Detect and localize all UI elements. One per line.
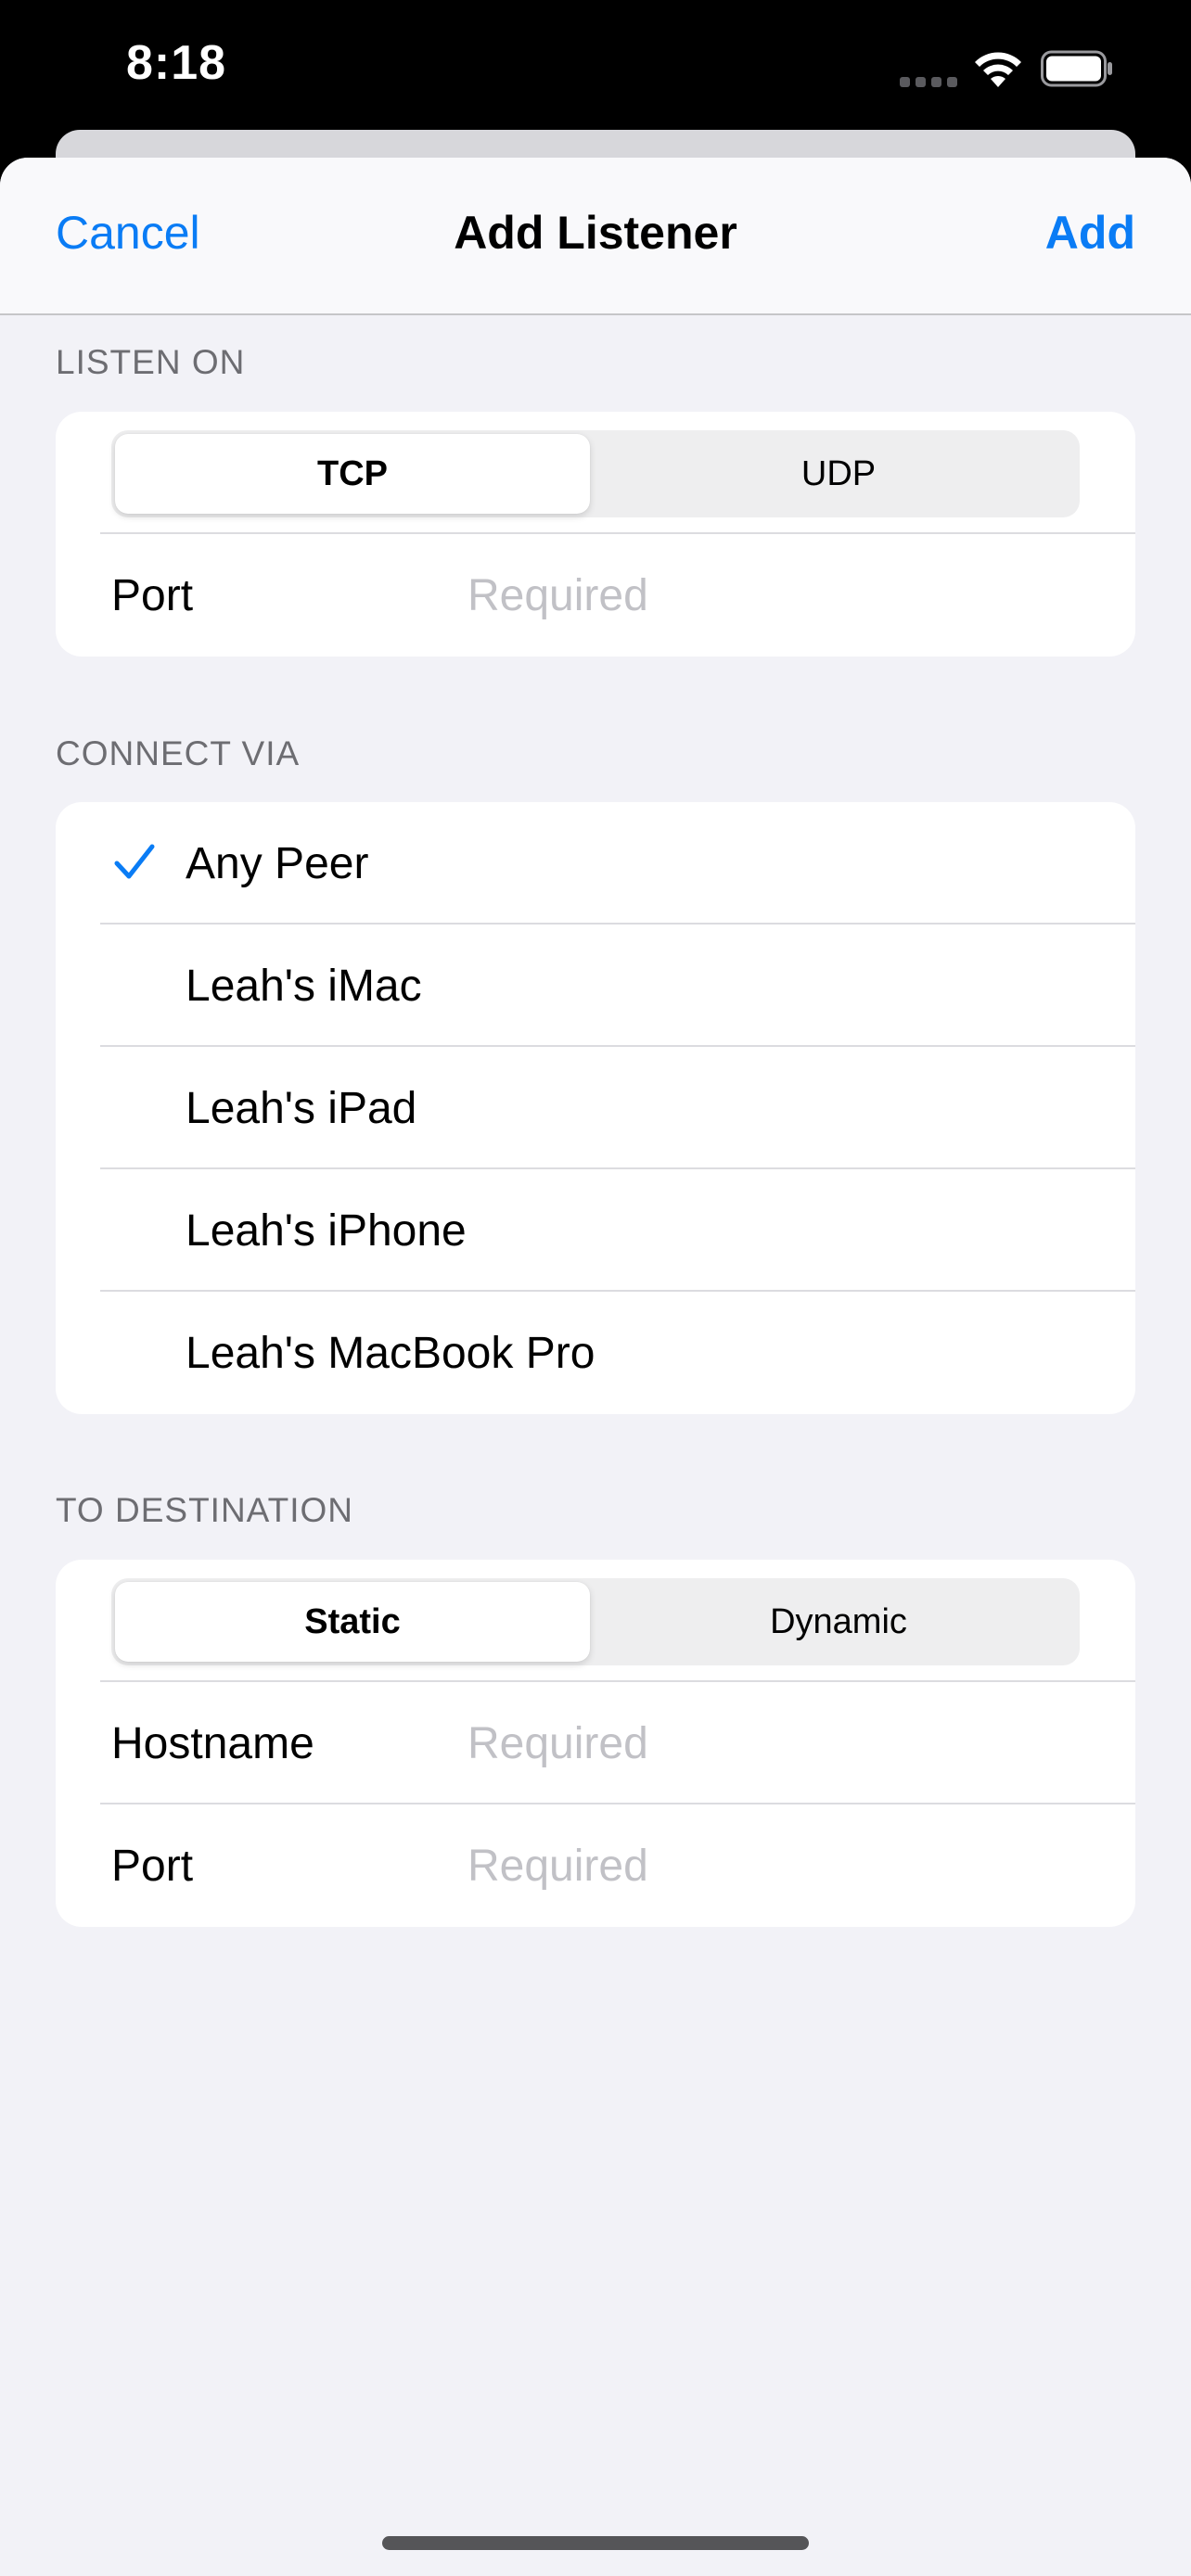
listen-on-header: LISTEN ON bbox=[56, 343, 246, 381]
peer-label: Any Peer bbox=[186, 838, 369, 888]
add-listener-sheet: Cancel Add Listener Add LISTEN ON TCP UD… bbox=[0, 158, 1191, 2576]
protocol-segmented-control: TCP UDP bbox=[111, 430, 1080, 517]
screen: 8:18 Cancel Add Listener Add LISTEN ON T… bbox=[0, 0, 1191, 2576]
peer-row-leahs-iphone[interactable]: Leah's iPhone bbox=[56, 1169, 1135, 1292]
segment-udp[interactable]: UDP bbox=[601, 434, 1076, 514]
hostname-row: Hostname bbox=[56, 1682, 1135, 1804]
peer-row-leahs-macbook-pro[interactable]: Leah's MacBook Pro bbox=[56, 1292, 1135, 1414]
navigation-bar: Cancel Add Listener Add bbox=[0, 158, 1191, 315]
connect-via-header: CONNECT VIA bbox=[56, 734, 301, 772]
destination-port-label: Port bbox=[111, 1841, 194, 1891]
checkmark-icon bbox=[114, 844, 155, 879]
hostname-input[interactable] bbox=[467, 1708, 1098, 1779]
peer-row-leahs-ipad[interactable]: Leah's iPad bbox=[56, 1047, 1135, 1169]
listen-on-group: TCP UDP Port bbox=[56, 412, 1135, 657]
add-button[interactable]: Add bbox=[1045, 206, 1135, 260]
peer-label: Leah's iPhone bbox=[186, 1205, 467, 1256]
to-destination-group: Static Dynamic Hostname Port bbox=[56, 1560, 1135, 1927]
peer-row-any-peer[interactable]: Any Peer bbox=[56, 802, 1135, 925]
destination-port-row: Port bbox=[56, 1804, 1135, 1927]
listen-port-label: Port bbox=[111, 570, 194, 620]
peer-label: Leah's MacBook Pro bbox=[186, 1328, 596, 1378]
destination-mode-row: Static Dynamic bbox=[56, 1560, 1135, 1682]
home-indicator bbox=[382, 2536, 809, 2550]
connect-via-group: Any Peer Leah's iMac Leah's iPad Leah's … bbox=[56, 802, 1135, 1414]
destination-port-input[interactable] bbox=[467, 1830, 1098, 1901]
peer-label: Leah's iPad bbox=[186, 1083, 417, 1133]
status-time: 8:18 bbox=[126, 36, 227, 90]
to-destination-header: TO DESTINATION bbox=[56, 1491, 353, 1529]
status-bar: 8:18 bbox=[0, 0, 1191, 130]
segment-dynamic[interactable]: Dynamic bbox=[601, 1582, 1076, 1662]
peer-label: Leah's iMac bbox=[186, 961, 422, 1011]
destination-segmented-control: Static Dynamic bbox=[111, 1578, 1080, 1665]
sheet-title: Add Listener bbox=[454, 207, 737, 259]
cellular-signal-icon bbox=[900, 74, 957, 87]
listen-port-row: Port bbox=[56, 534, 1135, 657]
battery-icon bbox=[1041, 50, 1112, 87]
segment-static[interactable]: Static bbox=[115, 1582, 590, 1662]
peer-row-leahs-imac[interactable]: Leah's iMac bbox=[56, 925, 1135, 1047]
wifi-icon bbox=[975, 52, 1021, 87]
hostname-label: Hostname bbox=[111, 1718, 314, 1768]
protocol-row: TCP UDP bbox=[56, 412, 1135, 534]
segment-tcp[interactable]: TCP bbox=[115, 434, 590, 514]
listen-port-input[interactable] bbox=[467, 560, 1098, 631]
